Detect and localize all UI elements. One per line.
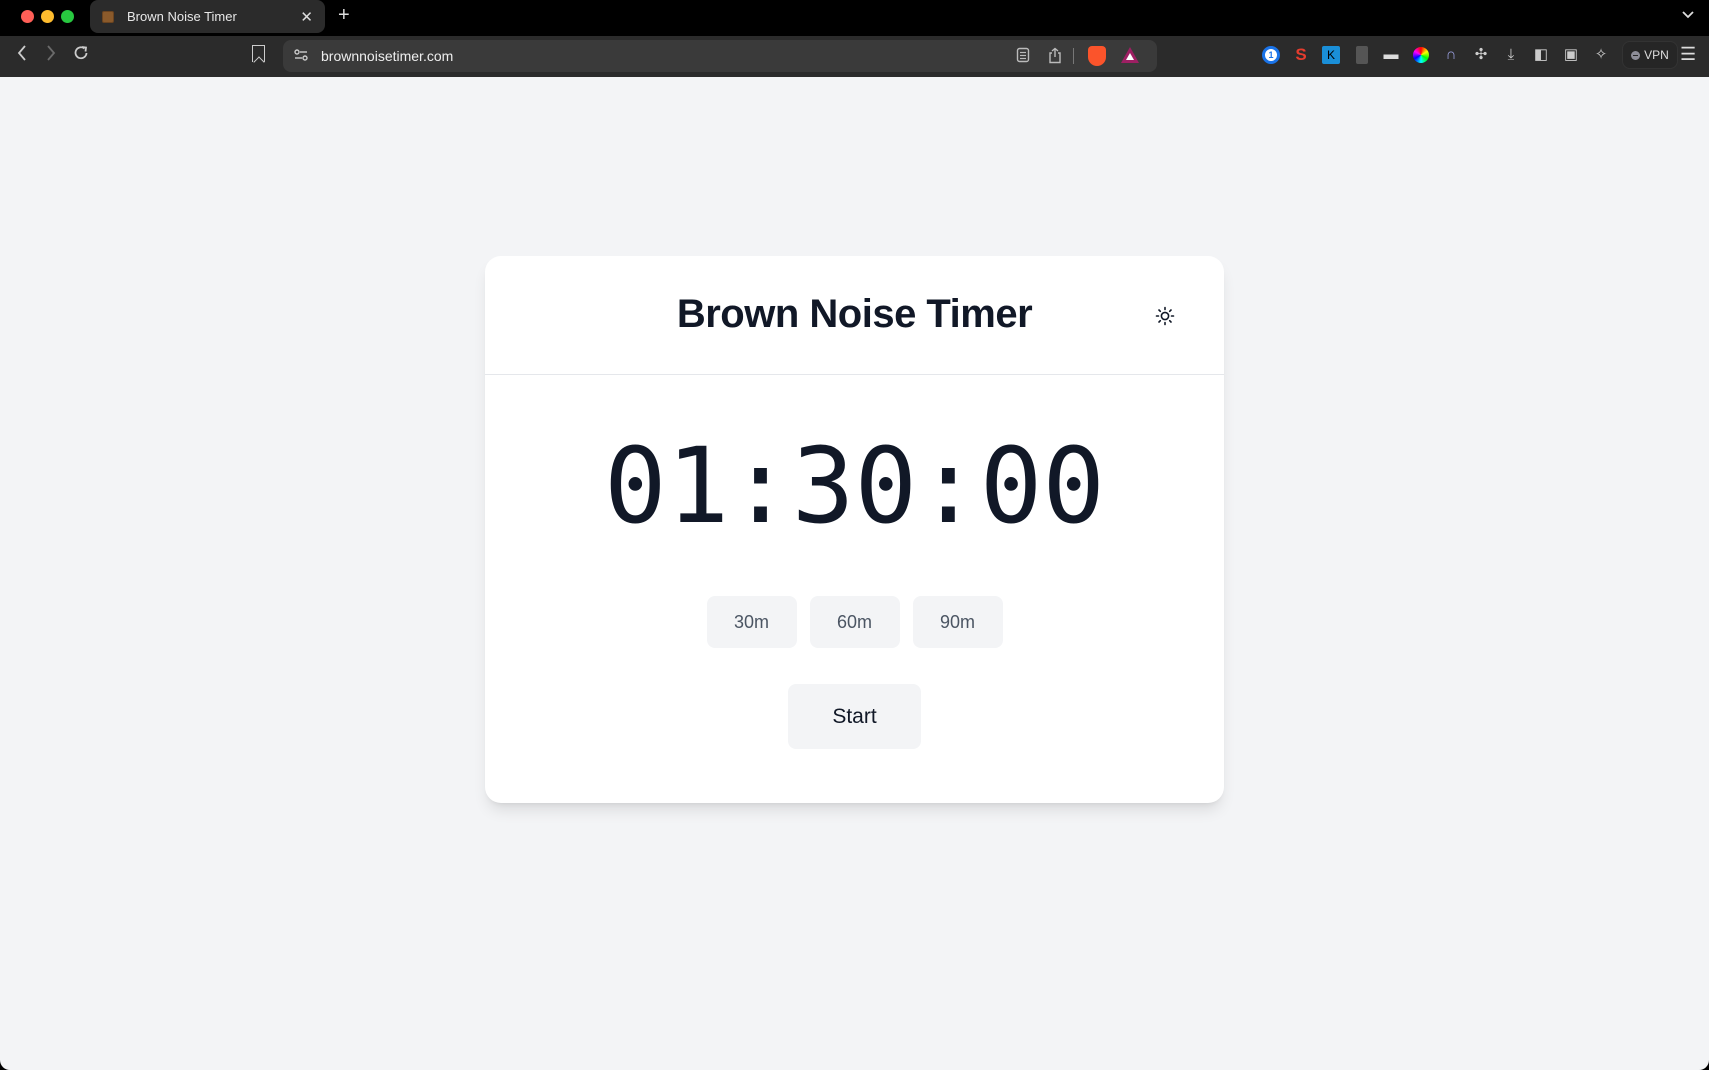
- extensions-puzzle-icon[interactable]: ✣: [1472, 46, 1490, 64]
- seo-extension-icon[interactable]: S: [1292, 46, 1310, 64]
- preset-30m-button[interactable]: 30m: [706, 596, 797, 648]
- tab-title: Brown Noise Timer: [127, 9, 237, 24]
- vpn-status-icon: [1631, 50, 1641, 60]
- theme-toggle-button[interactable]: [1153, 305, 1177, 329]
- color-picker-extension-icon[interactable]: [1413, 47, 1429, 63]
- leo-ai-icon[interactable]: ✧: [1592, 46, 1610, 64]
- sun-icon: [1155, 306, 1175, 329]
- kindle-extension-icon[interactable]: K: [1322, 46, 1340, 64]
- wallet-icon[interactable]: ▣: [1562, 46, 1580, 64]
- reload-button[interactable]: [72, 44, 90, 67]
- forward-button[interactable]: [45, 44, 57, 67]
- browser-menu-icon[interactable]: ☰: [1680, 44, 1696, 65]
- downloads-icon[interactable]: ⤓: [1502, 46, 1520, 64]
- browser-tab[interactable]: Brown Noise Timer ✕: [90, 0, 325, 33]
- start-button[interactable]: Start: [788, 684, 921, 749]
- preset-90m-button[interactable]: 90m: [912, 596, 1003, 648]
- new-tab-button[interactable]: +: [338, 4, 350, 27]
- page-title: Brown Noise Timer: [676, 292, 1033, 336]
- close-tab-icon[interactable]: ✕: [300, 8, 313, 26]
- headphones-extension-icon[interactable]: ∩: [1442, 46, 1460, 64]
- vpn-button[interactable]: VPN: [1622, 41, 1678, 69]
- share-icon[interactable]: [1048, 47, 1062, 67]
- minimize-window-button[interactable]: [41, 10, 54, 23]
- browser-toolbar: brownnoisetimer.com 1 S K ▬ ∩ ✣ ⤓ ◧ ▣ ✧ …: [0, 36, 1709, 77]
- tab-list-chevron-icon[interactable]: [1681, 8, 1695, 23]
- bookmark-icon[interactable]: [252, 45, 265, 62]
- timer-card: Brown Noise Timer 01:30:00 30m 60m 90m S…: [485, 256, 1224, 803]
- address-bar[interactable]: brownnoisetimer.com: [283, 40, 1157, 72]
- reader-mode-icon[interactable]: [1016, 47, 1030, 66]
- vpn-label: VPN: [1644, 48, 1669, 62]
- brave-rewards-icon[interactable]: [1121, 47, 1139, 63]
- brave-shields-icon[interactable]: [1088, 46, 1106, 66]
- card-header: Brown Noise Timer: [485, 256, 1224, 375]
- preset-60m-button[interactable]: 60m: [809, 596, 900, 648]
- printer-extension-icon[interactable]: ▬: [1382, 46, 1400, 64]
- close-window-button[interactable]: [21, 10, 34, 23]
- page-viewport: Brown Noise Timer 01:30:00 30m 60m 90m S…: [0, 77, 1709, 1070]
- browser-tab-bar: Brown Noise Timer ✕ +: [0, 0, 1709, 36]
- timer-display: 01:30:00: [604, 425, 1105, 547]
- document-extension-icon[interactable]: [1356, 46, 1368, 64]
- maximize-window-button[interactable]: [61, 10, 74, 23]
- favicon-icon: [102, 10, 114, 23]
- 1password-extension-icon[interactable]: 1: [1262, 46, 1280, 64]
- sidebar-toggle-icon[interactable]: ◧: [1532, 46, 1550, 64]
- preset-buttons: 30m 60m 90m: [485, 596, 1224, 648]
- url-text[interactable]: brownnoisetimer.com: [321, 48, 453, 64]
- url-bar-divider: [1073, 48, 1074, 64]
- back-button[interactable]: [16, 44, 28, 67]
- site-settings-icon[interactable]: [293, 47, 309, 66]
